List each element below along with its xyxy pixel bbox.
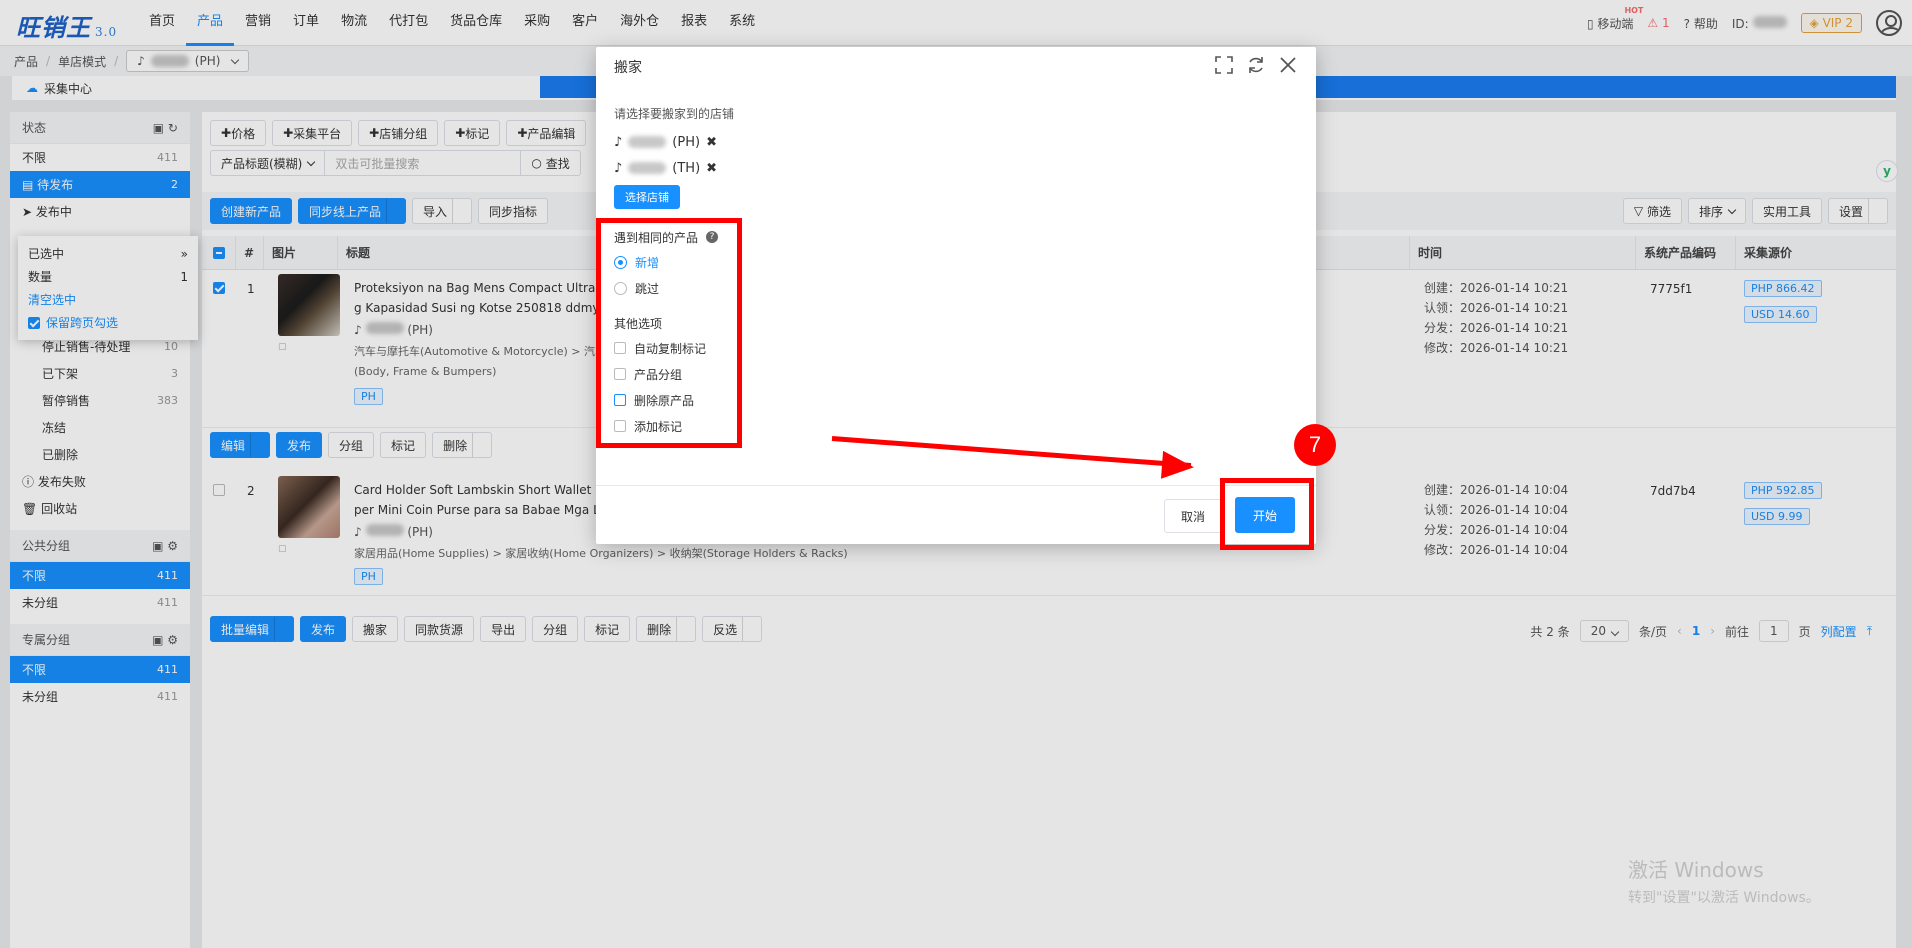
dialog-title: 搬家 (614, 60, 642, 76)
cancel-button[interactable]: 取消 (1164, 499, 1223, 533)
fullscreen-icon[interactable] (1214, 55, 1234, 75)
selected-shop: ♪ (PH) ✖ (614, 134, 717, 150)
close-icon[interactable] (1278, 55, 1298, 75)
remove-shop-icon[interactable]: ✖ (706, 161, 717, 176)
dialog-controls (1214, 55, 1298, 75)
windows-watermark: 激活 Windows 转到"设置"以激活 Windows。 (1628, 858, 1820, 906)
highlight-options-box (596, 218, 742, 448)
step-badge: 7 (1294, 424, 1336, 466)
choose-shop-button[interactable]: 选择店铺 (614, 185, 680, 209)
refresh-icon[interactable] (1246, 55, 1266, 75)
tiktok-icon: ♪ (614, 134, 623, 150)
annotation-arrow-head (1160, 450, 1196, 482)
highlight-start-box (1220, 478, 1314, 550)
selected-shop: ♪ (TH) ✖ (614, 160, 718, 176)
blurred-shop-name (628, 162, 667, 174)
remove-shop-icon[interactable]: ✖ (706, 135, 717, 150)
dialog-footer-divider (596, 485, 1316, 486)
tiktok-icon: ♪ (614, 160, 623, 176)
blurred-shop-name (628, 136, 667, 148)
choose-shop-label: 请选择要搬家到的店铺 (614, 107, 735, 121)
